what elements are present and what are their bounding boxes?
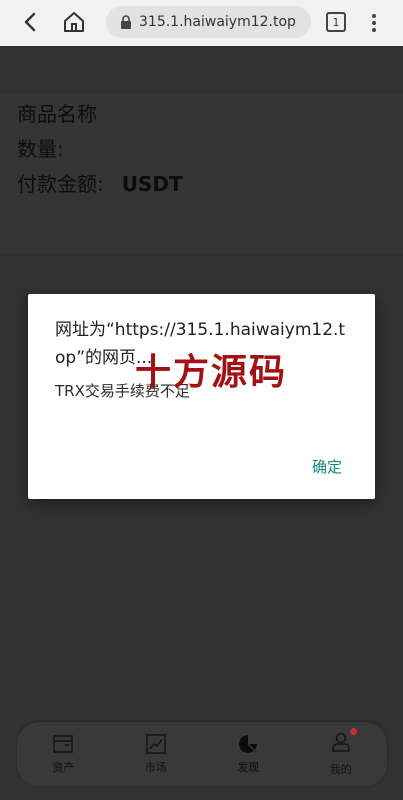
amount-label: 付款金额: — [17, 172, 104, 196]
address-bar[interactable]: 315.1.haiwaiym12.top — [106, 6, 311, 38]
confirm-button[interactable]: 确定 — [312, 456, 342, 477]
nav-label-assets: 资产 — [52, 761, 75, 774]
chart-icon — [145, 734, 166, 754]
product-name-label: 商品名称 — [17, 102, 97, 126]
nav-item-assets[interactable]: 资产 — [28, 733, 98, 775]
more-vert-icon[interactable] — [369, 12, 379, 34]
nav-item-market[interactable]: 市场 — [121, 733, 191, 775]
user-icon — [331, 732, 350, 752]
wallet-icon — [53, 735, 74, 753]
lock-icon — [121, 15, 131, 29]
nav-item-mine[interactable]: 我的 — [306, 728, 376, 777]
nav-label-mine: 我的 — [329, 763, 352, 776]
nav-label-discover: 发现 — [237, 761, 260, 774]
nav-item-discover[interactable]: 发现 — [213, 733, 283, 775]
watermark-text: 十方源码 — [135, 352, 288, 393]
tab-switcher-button[interactable]: 1 — [326, 12, 346, 32]
tab-count: 1 — [332, 15, 340, 29]
notification-dot — [349, 728, 357, 735]
amount-row: 付款金额: USDT — [17, 168, 183, 197]
home-icon[interactable] — [62, 10, 86, 34]
nav-label-market: 市场 — [144, 761, 167, 774]
back-arrow-icon[interactable] — [20, 11, 42, 33]
browser-toolbar: 315.1.haiwaiym12.top 1 — [0, 0, 403, 46]
url-text: 315.1.haiwaiym12.top — [139, 14, 296, 30]
bottom-nav: 资产 市场 发现 我的 — [17, 722, 387, 786]
alert-dialog: 网址为“https://315.1.haiwaiym12.top”的网页... … — [28, 294, 375, 499]
amount-currency: USDT — [121, 172, 183, 196]
quantity-label: 数量: — [17, 137, 64, 161]
discover-icon — [239, 735, 258, 753]
